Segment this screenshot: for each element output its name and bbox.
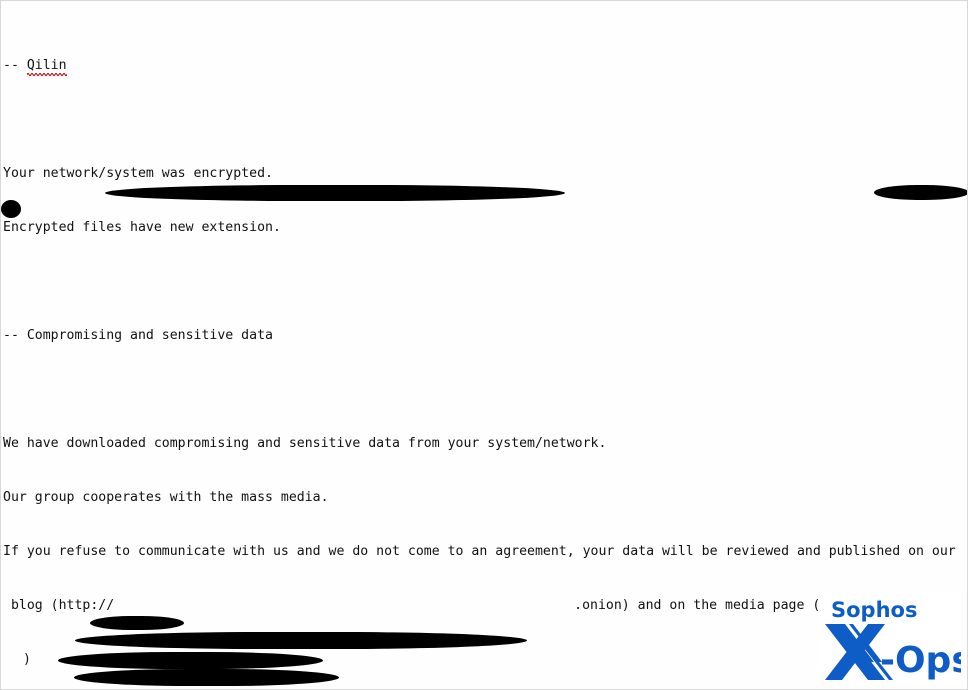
redaction-media-page-url [874, 185, 967, 200]
section-heading-compromising: -- Compromising and sensitive data [3, 328, 273, 343]
title-dashes: -- [3, 58, 27, 73]
redaction-login-value [58, 652, 323, 669]
sophos-xops-logo: Sophos -Ops [819, 592, 961, 684]
note-line-encrypted: Your network/system was encrypted. [3, 166, 273, 181]
redaction-domain-value [75, 632, 527, 649]
blog-url-prefix: blog (http:// [3, 598, 115, 613]
redaction-blog-onion-url [105, 185, 565, 201]
note-line-extension: Encrypted files have new extension. [3, 220, 281, 235]
logo-product-text: -Ops [880, 640, 961, 681]
ransom-note-screenshot: -- Qilin Your network/system was encrypt… [0, 0, 968, 690]
note-line-mass-media: Our group cooperates with the mass media… [3, 490, 329, 505]
ransom-note-text: -- Qilin Your network/system was encrypt… [3, 3, 967, 689]
close-paren: ) [23, 652, 31, 667]
redaction-password-value [74, 669, 339, 686]
redaction-media-page-url-wrap [1, 200, 21, 218]
logo-brand-text: Sophos [831, 598, 917, 622]
redaction-extension-value [90, 616, 184, 630]
sophos-xops-logo-svg: Sophos -Ops [819, 592, 961, 684]
note-line-refuse: If you refuse to communicate with us and… [3, 544, 956, 559]
note-title-line: -- Qilin [3, 57, 967, 76]
note-line-downloaded: We have downloaded compromising and sens… [3, 436, 607, 451]
group-name: Qilin [26, 58, 67, 76]
